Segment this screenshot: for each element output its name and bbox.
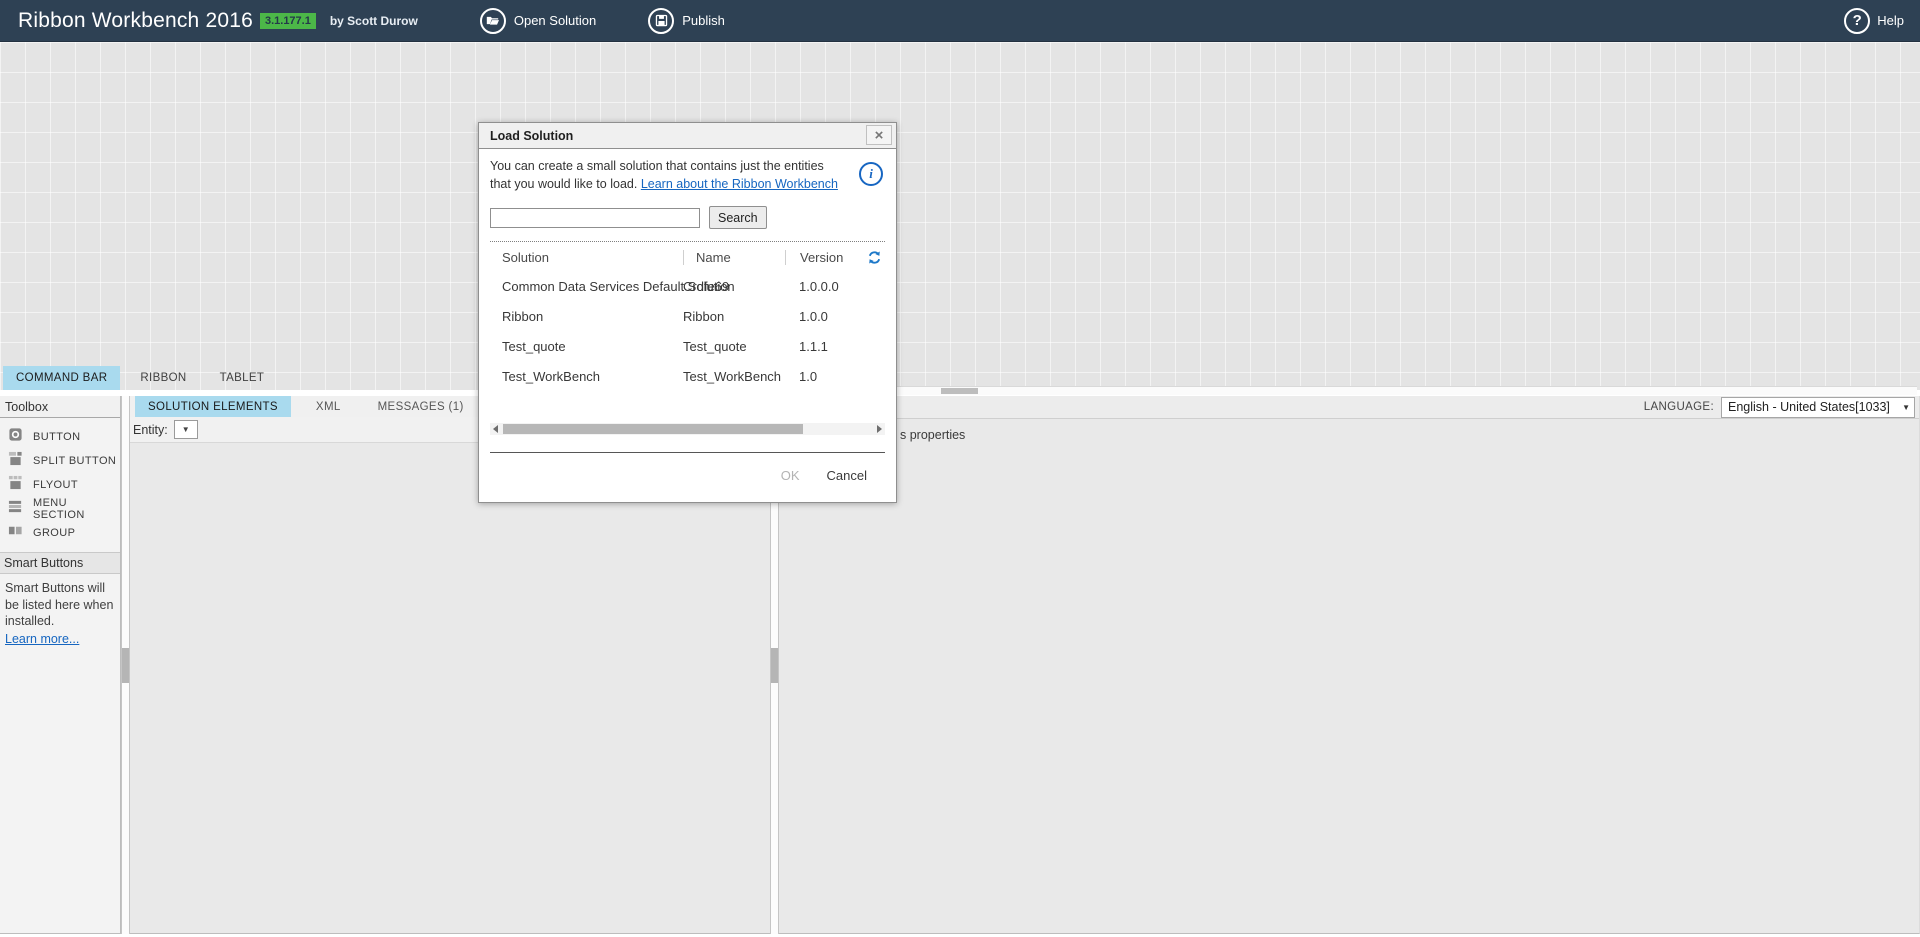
- column-header-name[interactable]: Name: [683, 250, 785, 265]
- learn-about-ribbon-workbench-link[interactable]: Learn about the Ribbon Workbench: [641, 177, 838, 191]
- app-root: Ribbon Workbench 2016 3.1.177.1 by Scott…: [0, 0, 1920, 937]
- toolbox-item-group[interactable]: GROUP: [0, 521, 120, 545]
- toolbox-item-button[interactable]: BUTTON: [0, 425, 120, 449]
- publish-button[interactable]: Publish: [648, 8, 725, 34]
- entity-label: Entity:: [133, 423, 168, 437]
- toolbox-item-menu-section[interactable]: MENU SECTION: [0, 497, 120, 521]
- smart-buttons-description: Smart Buttons will be listed here when i…: [0, 574, 120, 630]
- language-row: LANGUAGE: English - United States[1033] …: [779, 396, 1919, 419]
- cancel-button[interactable]: Cancel: [827, 468, 867, 483]
- tab-tablet[interactable]: TABLET: [207, 366, 278, 390]
- table-row[interactable]: Test_quote Test_quote 1.1.1: [490, 331, 885, 361]
- language-label: LANGUAGE:: [1644, 401, 1714, 413]
- save-disk-icon: [648, 8, 674, 34]
- properties-panel: LANGUAGE: English - United States[1033] …: [779, 396, 1920, 934]
- dialog-horizontal-scrollbar[interactable]: [490, 423, 885, 435]
- toolbox-item-flyout[interactable]: FLYOUT: [0, 473, 120, 497]
- menu-section-icon: [8, 499, 23, 519]
- smart-buttons-header: Smart Buttons: [0, 552, 120, 574]
- toolbox-header: Toolbox: [0, 396, 120, 418]
- solution-grid-rows: Common Data Services Default Solution Cr…: [490, 271, 885, 391]
- info-icon: i: [859, 162, 883, 186]
- toolbox-item-list: BUTTON SPLIT BUTTON FLYOUT MENU SECTION …: [0, 418, 120, 545]
- toolbox-panel: Toolbox BUTTON SPLIT BUTTON FLYOUT MENU …: [0, 396, 121, 934]
- canvas-horizontal-scrollbar[interactable]: [778, 386, 1917, 395]
- left-vertical-scrollbar-thumb[interactable]: [122, 648, 129, 683]
- flyout-icon: [8, 475, 23, 495]
- dialog-body: You can create a small solution that con…: [479, 149, 896, 497]
- search-row: Search: [490, 206, 885, 229]
- app-title: Ribbon Workbench 2016: [18, 9, 253, 33]
- chevron-down-icon: ▼: [1902, 403, 1910, 412]
- open-folder-icon: [480, 8, 506, 34]
- button-icon: [8, 427, 23, 447]
- top-bar: Ribbon Workbench 2016 3.1.177.1 by Scott…: [0, 0, 1920, 42]
- table-row[interactable]: Common Data Services Default Solution Cr…: [490, 271, 885, 301]
- close-icon[interactable]: ×: [866, 125, 892, 145]
- dialog-footer: OK Cancel: [490, 453, 885, 497]
- dialog-title-bar: Load Solution ×: [479, 123, 896, 149]
- help-button[interactable]: ? Help: [1844, 8, 1904, 34]
- refresh-icon[interactable]: [867, 250, 882, 265]
- scroll-right-arrow-icon[interactable]: [877, 425, 882, 433]
- tab-messages[interactable]: MESSAGES (1): [366, 396, 476, 417]
- split-button-icon: [8, 451, 23, 471]
- center-vertical-scrollbar-thumb[interactable]: [771, 648, 778, 683]
- column-header-version[interactable]: Version: [785, 250, 857, 265]
- dialog-intro: You can create a small solution that con…: [490, 157, 848, 193]
- tab-solution-elements[interactable]: SOLUTION ELEMENTS: [135, 396, 291, 417]
- tab-ribbon[interactable]: RIBBON: [127, 366, 199, 390]
- table-row[interactable]: Test_WorkBench Test_WorkBench 1.0: [490, 361, 885, 391]
- tab-xml[interactable]: XML: [304, 396, 353, 417]
- open-solution-button[interactable]: Open Solution: [480, 8, 596, 34]
- dotted-divider: [490, 241, 885, 242]
- search-button[interactable]: Search: [709, 206, 767, 229]
- group-icon: [8, 523, 23, 543]
- design-canvas: [0, 42, 1920, 390]
- open-solution-label: Open Solution: [514, 13, 596, 28]
- question-mark-icon: ?: [1844, 8, 1870, 34]
- version-badge: 3.1.177.1: [260, 13, 316, 29]
- language-value: English - United States[1033]: [1728, 400, 1890, 414]
- left-vertical-scrollbar[interactable]: [121, 396, 130, 934]
- column-header-solution[interactable]: Solution: [490, 250, 683, 265]
- dialog-title: Load Solution: [490, 129, 573, 143]
- table-row[interactable]: Ribbon Ribbon 1.0.0: [490, 301, 885, 331]
- publish-label: Publish: [682, 13, 725, 28]
- solution-grid-header: Solution Name Version: [490, 244, 885, 271]
- scroll-left-arrow-icon[interactable]: [493, 425, 498, 433]
- learn-more-link[interactable]: Learn more...: [5, 632, 79, 646]
- tab-command-bar[interactable]: COMMAND BAR: [3, 366, 120, 390]
- view-tab-strip: COMMAND BAR RIBBON TABLET: [3, 366, 277, 390]
- canvas-horizontal-scrollbar-thumb[interactable]: [941, 388, 978, 394]
- main-region: Toolbox BUTTON SPLIT BUTTON FLYOUT MENU …: [0, 396, 1920, 934]
- language-select[interactable]: English - United States[1033] ▼: [1721, 397, 1915, 418]
- properties-placeholder-text: s properties: [900, 428, 1919, 442]
- help-label: Help: [1877, 13, 1904, 28]
- search-input[interactable]: [490, 208, 700, 228]
- entity-dropdown[interactable]: ▼: [174, 420, 198, 439]
- dialog-horizontal-scrollbar-thumb[interactable]: [503, 424, 803, 434]
- author-byline: by Scott Durow: [330, 14, 418, 28]
- toolbox-item-split-button[interactable]: SPLIT BUTTON: [0, 449, 120, 473]
- ok-button[interactable]: OK: [781, 468, 800, 483]
- load-solution-dialog: Load Solution × You can create a small s…: [478, 122, 897, 503]
